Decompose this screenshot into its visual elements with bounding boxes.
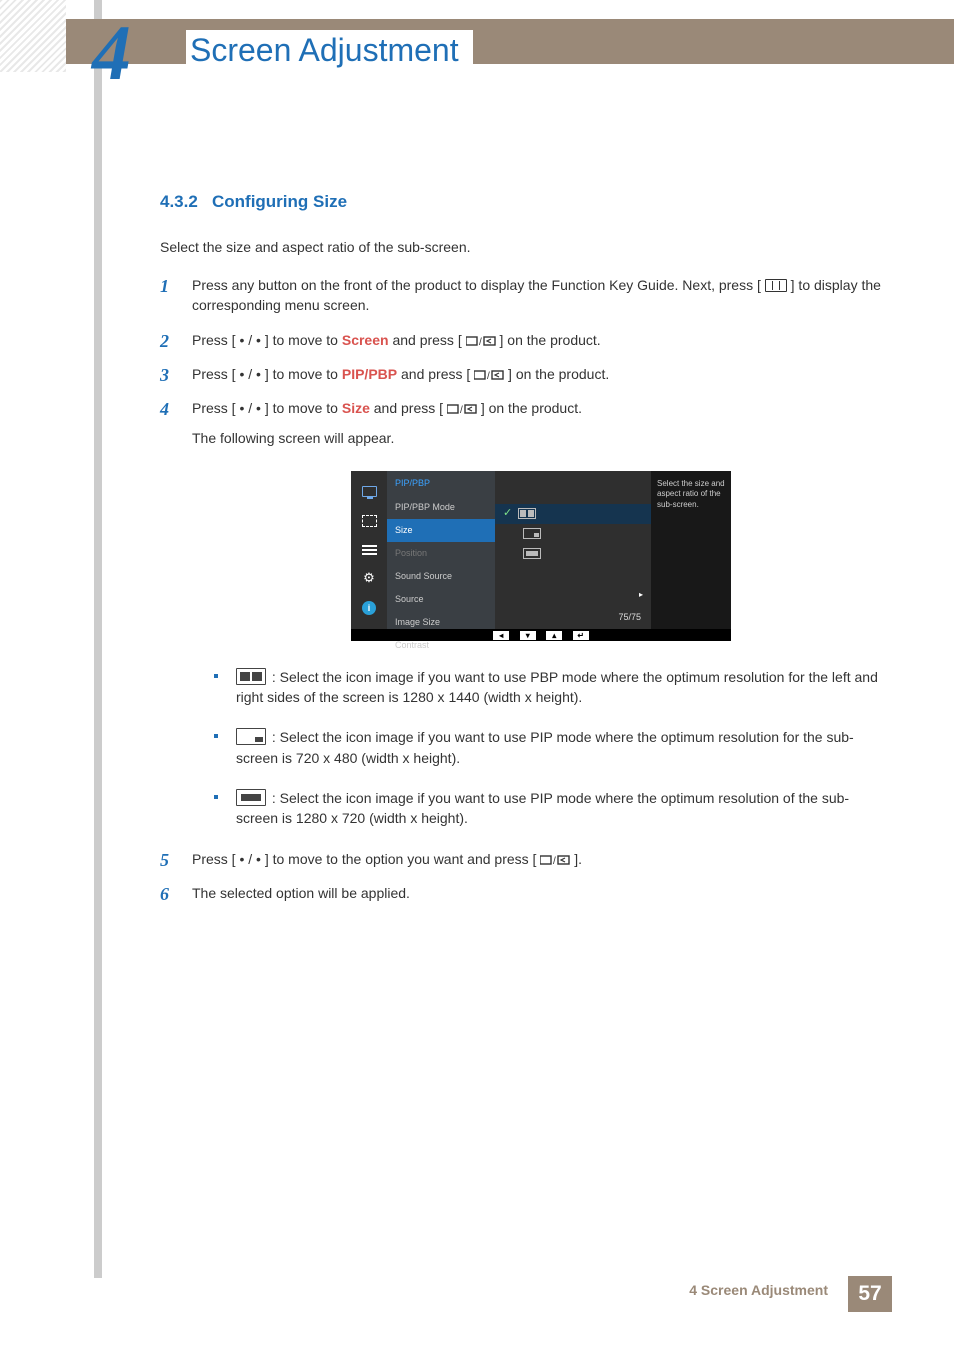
nav-enter-icon: ↵ [573, 631, 589, 640]
step-3: 3 Press [ • / • ] to move to PIP/PBP and… [160, 364, 890, 384]
nav-left-icon: ◂ [493, 631, 509, 640]
bullet-2-text: : Select the icon image if you want to u… [236, 729, 854, 765]
step-3-text-c: ] on the product. [508, 366, 609, 382]
bullet-1-text: : Select the icon image if you want to u… [236, 669, 878, 705]
step-number: 5 [160, 847, 169, 873]
section-heading: 4.3.2 Configuring Size [160, 190, 890, 215]
svg-text:/: / [460, 405, 463, 416]
osd-size-opt3 [495, 544, 651, 564]
svg-text:/: / [553, 856, 556, 867]
info-icon: i [360, 601, 378, 616]
list-icon [360, 542, 378, 557]
step-number: 3 [160, 362, 169, 388]
nav-down-icon: ▾ [520, 631, 536, 640]
size-option-pip-small: : Select the icon image if you want to u… [214, 727, 890, 768]
section-title: Configuring Size [212, 192, 347, 211]
keyword-size: Size [342, 400, 370, 416]
step-number: 1 [160, 273, 169, 299]
size-options-list: : Select the icon image if you want to u… [214, 667, 890, 829]
footer-chapter-text: 4 Screen Adjustment [689, 1282, 828, 1298]
osd-nav-bar: ◂ ▾ ▴ ↵ [351, 629, 731, 641]
select-enter-icon: / [447, 402, 477, 416]
footer-page-number: 57 [848, 1276, 892, 1312]
step-2: 2 Press [ • / • ] to move to Screen and … [160, 330, 890, 350]
step-1-text-a: Press any button on the front of the pro… [192, 277, 761, 293]
monitor-icon [360, 484, 378, 499]
pbp-icon [236, 668, 266, 685]
select-enter-icon: / [540, 853, 570, 867]
osd-menu: ⚙ i PIP/PBP PIP/PBP Mode Size Position S… [351, 471, 731, 641]
step-4-text-a: Press [ • / • ] to move to [192, 400, 342, 416]
step-3-text-a: Press [ • / • ] to move to [192, 366, 342, 382]
osd-help-text: Select the size and aspect ratio of the … [651, 471, 731, 629]
keyword-screen: Screen [342, 332, 389, 348]
osd-size-row: ✓ [495, 504, 651, 524]
step-2-text-a: Press [ • / • ] to move to [192, 332, 342, 348]
svg-text:/: / [479, 337, 482, 348]
step-1: 1 Press any button on the front of the p… [160, 275, 890, 316]
step-6-text: The selected option will be applied. [192, 885, 410, 901]
size-option-pip-large: : Select the icon image if you want to u… [214, 788, 890, 829]
step-5-text-b: ]. [574, 851, 582, 867]
pip-small-icon [236, 728, 266, 745]
svg-text:/: / [487, 371, 490, 382]
step-3-text-b: and press [ [401, 366, 470, 382]
corner-pattern [0, 0, 66, 72]
intro-text: Select the size and aspect ratio of the … [160, 237, 890, 257]
pbp-mini-icon [518, 508, 536, 519]
size-option-pbp: : Select the icon image if you want to u… [214, 667, 890, 708]
check-icon: ✓ [503, 506, 512, 522]
osd-item-mode: PIP/PBP Mode [387, 496, 495, 519]
contrast-value: 75/75 [495, 611, 651, 624]
step-4-text-c: ] on the product. [481, 400, 582, 416]
step-5: 5 Press [ • / • ] to move to the option … [160, 849, 890, 869]
osd-item-position: Position [387, 542, 495, 565]
step-number: 4 [160, 396, 169, 422]
osd-values: ✓ [495, 471, 651, 629]
content-area: 4.3.2 Configuring Size Select the size a… [160, 190, 890, 917]
osd-menu-list: PIP/PBP PIP/PBP Mode Size Position Sound… [387, 471, 495, 629]
step-4-text-b: and press [ [374, 400, 443, 416]
select-enter-icon: / [474, 368, 504, 382]
select-enter-icon: / [466, 334, 496, 348]
header-band [0, 19, 954, 64]
menu-icon [765, 279, 787, 292]
step-4: 4 Press [ • / • ] to move to Size and pr… [160, 398, 890, 828]
osd-sidebar: ⚙ i [351, 471, 387, 629]
gear-icon: ⚙ [360, 571, 378, 586]
step-2-text-b: and press [ [392, 332, 461, 348]
osd-breadcrumb: PIP/PBP [387, 471, 495, 496]
chapter-title: Screen Adjustment [186, 30, 473, 77]
step-6: 6 The selected option will be applied. [160, 883, 890, 903]
osd-size-opt2 [495, 524, 651, 544]
chapter-number: 4 [92, 8, 131, 98]
step-number: 6 [160, 881, 169, 907]
pip-large-icon [236, 789, 266, 806]
step-5-text-a: Press [ • / • ] to move to the option yo… [192, 851, 536, 867]
pip-large-mini-icon [523, 548, 541, 559]
submenu-arrow-icon: ▸ [495, 589, 651, 601]
side-stripe [94, 0, 102, 1278]
keyword-pippbp: PIP/PBP [342, 366, 397, 382]
nav-up-icon: ▴ [546, 631, 562, 640]
section-number: 4.3.2 [160, 192, 198, 211]
bullet-3-text: : Select the icon image if you want to u… [236, 790, 849, 826]
osd-item-size: Size [387, 519, 495, 542]
osd-item-sound: Sound Source [387, 565, 495, 588]
step-4-text-d: The following screen will appear. [192, 428, 890, 448]
arrange-icon [360, 513, 378, 528]
step-number: 2 [160, 328, 169, 354]
pip-small-mini-icon [523, 528, 541, 539]
osd-item-source: Source [387, 588, 495, 611]
step-2-text-c: ] on the product. [500, 332, 601, 348]
page-footer: 4 Screen Adjustment 57 [0, 1276, 954, 1312]
steps-list: 1 Press any button on the front of the p… [160, 275, 890, 903]
